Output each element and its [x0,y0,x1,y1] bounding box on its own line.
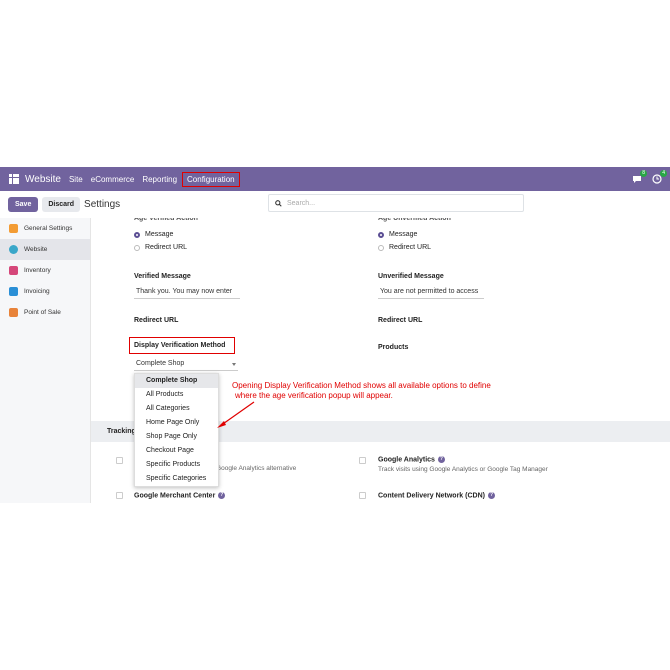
left-tracking-desc: y Google Analytics alternative [211,465,297,472]
help-icon[interactable]: ? [437,456,445,463]
sidebar-item-website[interactable]: Website [0,239,90,260]
products-label: Products [378,344,409,351]
messages-icon[interactable]: 8 [632,170,647,184]
menu-configuration[interactable]: Configuration [182,171,240,187]
menu-reporting[interactable]: Reporting [142,175,177,184]
radio-checked[interactable] [378,231,384,238]
help-icon[interactable]: ? [487,492,495,499]
messages-badge: 8 [640,170,647,177]
annotation-line: where the age verification popup will ap… [235,391,393,400]
website-icon [9,245,18,254]
redirect-url-label-right: Redirect URL [378,317,423,324]
display-method-dropdown: Complete Shop All Products All Categories H… [134,373,219,487]
screenshot-area: Website Site eCommerce Reporting Configu… [0,167,670,503]
sidebar-item-label: Website [24,246,48,253]
discard-button[interactable]: Discard [42,197,81,212]
display-method-select[interactable]: Complete Shop [134,358,238,371]
activity-badge: 4 [660,170,667,177]
checkbox-google-analytics[interactable] [359,457,366,464]
invoicing-icon [9,287,18,296]
checkbox-merchant-center[interactable] [116,492,123,499]
gear-icon [9,224,18,233]
radio-label: Redirect URL [145,244,188,251]
sidebar-item-general-settings[interactable]: General Settings [0,218,90,239]
apps-grid-icon[interactable] [9,174,19,184]
chevron-down-icon [232,363,236,366]
checkbox-left-tracking[interactable] [116,457,123,464]
menu-site[interactable]: Site [69,175,83,184]
dropdown-option[interactable]: Specific Products [135,458,218,472]
sidebar-item-point-of-sale[interactable]: Point of Sale [0,302,90,323]
radio-unchecked[interactable] [134,244,140,251]
dropdown-option[interactable]: Home Page Only [135,416,218,430]
sidebar-item-invoicing[interactable]: Invoicing [0,281,90,302]
sidebar-item-label: Invoicing [24,288,50,295]
checkbox-cdn[interactable] [359,492,366,499]
unverified-message-label: Unverified Message [378,273,444,280]
menu-ecommerce[interactable]: eCommerce [91,175,135,184]
page-title: Settings [84,199,121,210]
search-placeholder: Search... [287,199,316,207]
control-panel: Save Discard Settings Search... [0,191,670,218]
radio-label: Message [389,231,418,238]
dropdown-option[interactable]: Complete Shop [135,374,218,388]
activity-clock-icon[interactable]: 4 [652,170,667,184]
verified-message-input[interactable]: Thank you. You may now enter [134,286,240,299]
dropdown-option[interactable]: Specific Categories [135,472,218,486]
verified-radio-redirect[interactable]: Redirect URL [134,244,187,251]
search-input[interactable]: Search... [268,194,524,212]
inventory-icon [9,266,18,275]
section-title: Tracking [107,428,136,435]
help-icon[interactable]: ? [218,492,226,499]
dropdown-option[interactable]: Shop Page Only [135,430,218,444]
title-text: Google Merchant Center [134,492,216,500]
app-brand[interactable]: Website [25,174,61,185]
select-value: Complete Shop [136,360,185,367]
top-navbar: Website Site eCommerce Reporting Configu… [0,167,670,191]
dropdown-option[interactable]: All Categories [135,402,218,416]
dropdown-option[interactable]: Checkout Page [135,444,218,458]
age-verified-title: Age Verified Action [134,218,198,222]
verified-radio-message[interactable]: Message [134,231,173,238]
unverified-radio-redirect[interactable]: Redirect URL [378,244,431,251]
dropdown-option[interactable]: All Products [135,388,218,402]
annotation-line: Opening Display Verification Method show… [232,381,491,390]
search-icon [275,199,282,207]
age-unverified-title: Age Unverified Action [378,218,451,222]
radio-unchecked[interactable] [378,244,384,251]
radio-label: Redirect URL [389,244,432,251]
save-button[interactable]: Save [8,197,39,212]
pos-icon [9,308,18,317]
title-text: Content Delivery Network (CDN) [378,492,485,500]
google-analytics-title: Google Analytics? [378,456,445,463]
title-text: Google Analytics [378,456,435,464]
redirect-url-label: Redirect URL [134,317,179,324]
unverified-radio-message[interactable]: Message [378,231,417,238]
annotation-text: Opening Display Verification Method show… [232,381,532,401]
google-analytics-desc: Track visits using Google Analytics or G… [378,466,548,473]
radio-checked[interactable] [134,231,140,238]
verified-message-label: Verified Message [134,273,191,280]
cdn-title: Content Delivery Network (CDN)? [378,492,495,499]
merchant-center-title: Google Merchant Center? [134,492,226,500]
annotation-arrow [217,401,255,428]
unverified-message-input[interactable]: You are not permitted to access [378,286,484,299]
settings-sidebar: General Settings Website Inventory Invoi… [0,218,91,503]
sidebar-item-label: General Settings [24,225,73,232]
display-verification-method-label: Display Verification Method [134,342,226,349]
sidebar-item-label: Inventory [24,267,51,274]
radio-label: Message [145,231,174,238]
sidebar-item-label: Point of Sale [24,309,61,316]
sidebar-item-inventory[interactable]: Inventory [0,260,90,281]
